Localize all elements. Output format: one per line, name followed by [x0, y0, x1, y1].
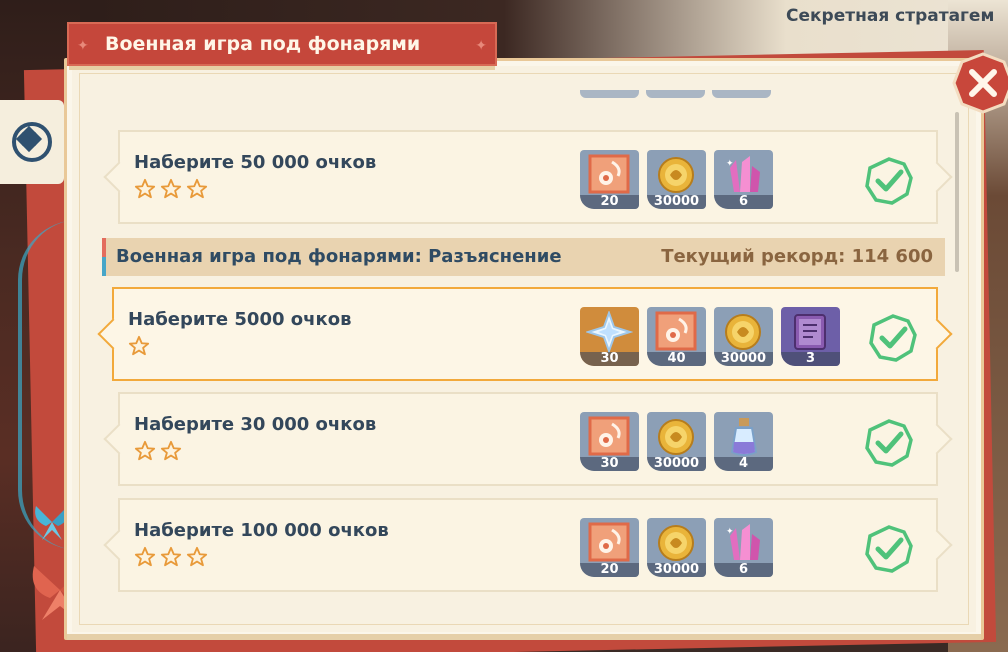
mission-title: Наберите 5000 очков [128, 309, 352, 330]
star-icon [128, 335, 150, 361]
star-icon [186, 546, 208, 572]
section-header: Военная игра под фонарями: Разъяснение Т… [102, 238, 945, 276]
star-icon [160, 546, 182, 572]
scrollbar-thumb[interactable] [955, 112, 959, 272]
mission-card-100000[interactable]: Наберите 100 000 очков 20 30000 ✦ 6 [103, 498, 953, 592]
reward-count: 30 [580, 457, 639, 471]
mission-title: Наберите 100 000 очков [134, 520, 389, 541]
mission-title: Наберите 50 000 очков [134, 152, 377, 173]
reward-count: 3 [781, 352, 840, 366]
reward-count: 30000 [714, 352, 773, 366]
reward-item[interactable]: 30 [580, 307, 639, 366]
reward-list: 20 30000 ✦ 6 [580, 518, 773, 577]
reward-item[interactable]: ✦ 6 [714, 518, 773, 577]
reward-list: 20 30000 ✦ 6 [580, 150, 773, 209]
check-completed-icon [865, 419, 913, 467]
mission-card-5000[interactable]: Наберите 5000 очков 30 40 30000 3 [97, 287, 953, 381]
star-icon [134, 546, 156, 572]
side-emblem-button[interactable] [0, 100, 64, 184]
reward-item[interactable]: 30000 [647, 150, 706, 209]
sparkle-icon: ✦ [475, 38, 487, 54]
scrolled-out-row [118, 90, 942, 100]
reward-count: 30000 [647, 457, 706, 471]
reward-count: 30 [580, 352, 639, 366]
svg-text:✦: ✦ [726, 527, 734, 537]
reward-count: 40 [647, 352, 706, 366]
reward-item[interactable]: 20 [580, 150, 639, 209]
reward-item[interactable]: 40 [647, 307, 706, 366]
reward-item[interactable]: 4 [714, 412, 773, 471]
check-completed-icon [865, 525, 913, 573]
star-icon [160, 178, 182, 204]
star-rating [134, 546, 208, 572]
star-rating [134, 178, 208, 204]
reward-list: 30 30000 4 [580, 412, 773, 471]
mission-card-30000[interactable]: Наберите 30 000 очков 30 30000 4 [103, 392, 953, 486]
reward-count: 6 [714, 195, 773, 209]
diamond-emblem-icon [12, 122, 52, 162]
reward-item[interactable]: 30000 [647, 518, 706, 577]
reward-item[interactable]: 30 [580, 412, 639, 471]
star-icon [134, 440, 156, 466]
star-icon [186, 178, 208, 204]
reward-count: 20 [580, 563, 639, 577]
section-title: Военная игра под фонарями: Разъяснение [116, 246, 562, 267]
reward-item[interactable]: ✦ 6 [714, 150, 773, 209]
star-icon [134, 178, 156, 204]
reward-count: 20 [580, 195, 639, 209]
reward-count: 30000 [647, 563, 706, 577]
reward-count: 30000 [647, 195, 706, 209]
current-record: Текущий рекорд: 114 600 [661, 246, 933, 267]
reward-count: 6 [714, 563, 773, 577]
mission-card-50000[interactable]: Наберите 50 000 очков 20 30000 ✦ 6 [103, 130, 953, 224]
reward-count: 4 [714, 457, 773, 471]
star-rating [134, 440, 182, 466]
mission-title: Наберите 30 000 очков [134, 414, 377, 435]
secret-stratagem-title: Секретная стратагем [786, 6, 995, 26]
close-icon[interactable] [952, 52, 1008, 114]
reward-list: 30 40 30000 3 [580, 307, 840, 366]
svg-text:✦: ✦ [726, 159, 734, 169]
star-rating [128, 335, 150, 361]
reward-item[interactable]: 20 [580, 518, 639, 577]
star-icon [160, 440, 182, 466]
panel-title: Военная игра под фонарями [105, 33, 421, 55]
check-completed-icon [865, 157, 913, 205]
sparkle-icon: ✦ [77, 38, 89, 54]
reward-item[interactable]: 3 [781, 307, 840, 366]
panel-title-tab: ✦ Военная игра под фонарями ✦ [67, 22, 497, 70]
reward-item[interactable]: 30000 [647, 412, 706, 471]
check-completed-icon [869, 314, 917, 362]
reward-item[interactable]: 30000 [714, 307, 773, 366]
